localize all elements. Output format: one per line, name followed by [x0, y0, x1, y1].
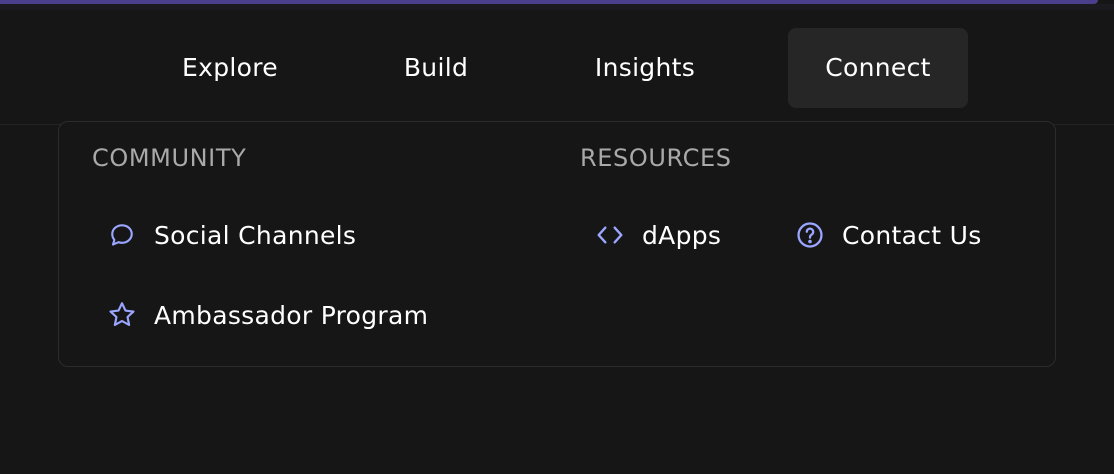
nav-item-build[interactable]: Build: [384, 28, 488, 108]
top-navigation: Explore Build Insights Connect: [0, 10, 1114, 125]
menu-item-social-channels[interactable]: Social Channels: [106, 215, 356, 255]
menu-item-label: Contact Us: [842, 220, 982, 250]
community-section-title: COMMUNITY: [92, 144, 247, 172]
question-circle-icon: [794, 219, 826, 251]
menu-item-label: Ambassador Program: [154, 300, 429, 330]
nav-item-connect[interactable]: Connect: [788, 28, 968, 108]
menu-item-dapps[interactable]: dApps: [594, 215, 721, 255]
nav-item-explore[interactable]: Explore: [170, 28, 290, 108]
menu-item-contact-us[interactable]: Contact Us: [794, 215, 982, 255]
code-icon: [594, 219, 626, 251]
nav-item-insights[interactable]: Insights: [578, 28, 712, 108]
menu-item-label: dApps: [642, 220, 722, 250]
menu-item-label: Social Channels: [154, 220, 357, 250]
chat-bubble-icon: [106, 219, 138, 251]
resources-section-title: RESOURCES: [580, 144, 732, 172]
star-icon: [106, 299, 138, 331]
connect-dropdown-menu: COMMUNITY RESOURCES Social Channels Amba…: [58, 121, 1056, 367]
menu-item-ambassador-program[interactable]: Ambassador Program: [106, 295, 428, 335]
